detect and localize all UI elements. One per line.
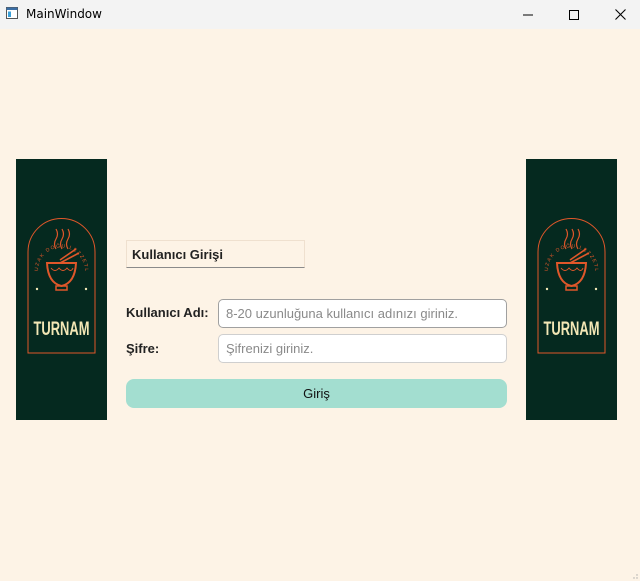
login-title: Kullanıcı Girişi	[126, 240, 305, 268]
brand-text: TURNAM	[34, 319, 90, 340]
right-logo-banner: UZAK DOĞU LEZZETLERİ TURNAM	[524, 154, 617, 420]
window-title: MainWindow	[26, 7, 102, 21]
turnam-logo: UZAK DOĞU LEZZETLERİ TURNAM	[14, 154, 96, 354]
title-bar: MainWindow	[0, 0, 640, 29]
resize-grip-icon[interactable]	[630, 571, 638, 579]
left-logo-banner: UZAK DOĞU LEZZETLERİ TURNAM	[14, 154, 107, 420]
close-icon	[614, 9, 626, 20]
arc-text: UZAK DOĞU LEZZETLERİ	[524, 154, 598, 272]
username-label: Kullanıcı Adı:	[126, 305, 209, 320]
maximize-icon	[569, 9, 579, 20]
username-input[interactable]	[218, 299, 507, 328]
app-window-icon	[6, 7, 18, 19]
minimize-button[interactable]	[505, 0, 551, 29]
close-button[interactable]	[597, 0, 640, 29]
login-button[interactable]: Giriş	[126, 379, 507, 408]
svg-text:UZAK DOĞU LEZZETLERİ: UZAK DOĞU LEZZETLERİ	[16, 159, 89, 272]
brand-text: TURNAM	[544, 319, 600, 340]
minimize-icon	[523, 14, 533, 15]
password-input[interactable]	[218, 334, 507, 363]
maximize-button[interactable]	[551, 0, 597, 29]
svg-text:UZAK DOĞU LEZZETLERİ: UZAK DOĞU LEZZETLERİ	[526, 159, 599, 272]
turnam-logo: UZAK DOĞU LEZZETLERİ TURNAM	[524, 154, 606, 354]
arc-text: UZAK DOĞU LEZZETLERİ	[14, 154, 88, 272]
password-label: Şifre:	[126, 341, 160, 356]
